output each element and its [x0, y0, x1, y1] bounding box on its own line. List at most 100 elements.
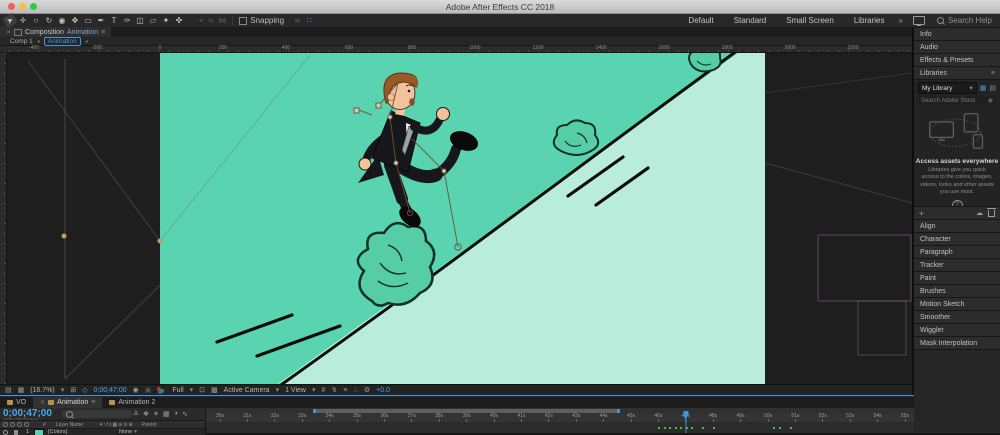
- keyframe-mark[interactable]: [773, 427, 775, 429]
- hand-tool[interactable]: ✛: [17, 15, 29, 26]
- trash-icon[interactable]: [988, 210, 995, 217]
- pen-tool[interactable]: ✒: [95, 15, 107, 26]
- panel-brushes-header[interactable]: Brushes: [914, 284, 1000, 297]
- panel-align-header[interactable]: Align: [914, 219, 1000, 232]
- timeline-time-area[interactable]: 30s31s32s33s34s35s36s37s38s39s40s41s42s4…: [206, 408, 1000, 433]
- camera-tool[interactable]: ◉: [56, 15, 68, 26]
- workspace-overflow-icon[interactable]: »: [899, 16, 903, 25]
- composition-viewer[interactable]: [0, 53, 912, 384]
- workspace-standard[interactable]: Standard: [734, 16, 766, 25]
- timeline-toggle-icon[interactable]: ∿: [182, 410, 188, 418]
- breadcrumb-current[interactable]: Animation: [44, 37, 81, 46]
- timeline-toggle-icon[interactable]: ▦: [163, 410, 170, 418]
- roto-brush-tool[interactable]: ✦: [160, 15, 172, 26]
- view-layout-caret-icon[interactable]: [312, 387, 316, 394]
- panel-smoother-header[interactable]: Smoother: [914, 310, 1000, 323]
- mask-visibility-icon[interactable]: [82, 387, 87, 394]
- timeline-toggle-icon[interactable]: ✶: [153, 410, 159, 418]
- panel-info-header[interactable]: Info: [914, 27, 1000, 40]
- timeline-tab-animation-2[interactable]: Animation 2: [102, 397, 162, 408]
- puppet-pin-tool[interactable]: ✜: [173, 15, 185, 26]
- region-of-interest-icon[interactable]: [199, 387, 205, 394]
- library-select[interactable]: My Library ▾: [918, 82, 977, 94]
- panel-motion-sketch-header[interactable]: Motion Sketch: [914, 297, 1000, 310]
- layer-label-chip[interactable]: [14, 430, 18, 435]
- selection-tool[interactable]: ➤: [2, 13, 18, 29]
- resolution-value[interactable]: Full: [172, 387, 183, 394]
- snapping-option-icons[interactable]: ≍ ∷: [294, 16, 312, 25]
- parent-value[interactable]: None: [119, 429, 132, 435]
- clone-stamp-tool[interactable]: ◫: [134, 15, 146, 26]
- timeline-toggle-icon[interactable]: ❖: [143, 410, 149, 418]
- cloud-sync-icon[interactable]: ☁: [976, 209, 983, 217]
- pan-behind-tool[interactable]: ✥: [69, 15, 81, 26]
- timeline-toggle-icon[interactable]: ≙: [133, 410, 139, 418]
- snapping-checkbox[interactable]: [239, 17, 247, 25]
- workspace-small-screen[interactable]: Small Screen: [786, 16, 834, 25]
- keyframe-area[interactable]: [206, 422, 1000, 433]
- vertical-ruler[interactable]: [0, 53, 7, 384]
- view-camera-value[interactable]: Active Camera: [224, 387, 270, 394]
- panel-tracker-header[interactable]: Tracker: [914, 258, 1000, 271]
- axis-mode-icons[interactable]: ⌖≍⋈: [199, 16, 226, 26]
- playhead[interactable]: [681, 408, 690, 433]
- rotation-tool[interactable]: ↻: [43, 15, 55, 26]
- composition-canvas[interactable]: [160, 53, 765, 384]
- panel-libraries-header[interactable]: Libraries ≡: [914, 66, 1000, 79]
- layer-name[interactable]: [Colors]: [48, 429, 67, 435]
- magnification-caret-icon[interactable]: [61, 387, 65, 394]
- panel-menu-icon[interactable]: ≡: [91, 399, 95, 406]
- add-library-item-button[interactable]: +: [919, 209, 924, 218]
- horizontal-ruler[interactable]: -400-20002004006008001000120014001600180…: [8, 46, 912, 53]
- workspace-libraries[interactable]: Libraries: [854, 16, 885, 25]
- workspace-default[interactable]: Default: [688, 16, 713, 25]
- snap-grid-icon[interactable]: ∷: [307, 16, 312, 25]
- comp-timecode[interactable]: 0;00;47;00: [94, 387, 127, 394]
- snapshot-icon[interactable]: [133, 387, 139, 394]
- snapping-toggle[interactable]: Snapping: [239, 16, 284, 25]
- exposure-reset-icon[interactable]: [364, 387, 370, 394]
- camera-caret-icon[interactable]: [276, 387, 280, 394]
- close-icon[interactable]: ✕: [40, 399, 45, 406]
- close-icon[interactable]: ✕: [6, 29, 11, 36]
- show-snapshot-icon[interactable]: [145, 387, 152, 394]
- brush-tool[interactable]: ✑: [121, 15, 133, 26]
- keyframe-mark[interactable]: [702, 427, 704, 429]
- keyframe-mark[interactable]: [664, 427, 666, 429]
- type-tool[interactable]: T: [108, 15, 120, 26]
- panel-mask-interpolation-header[interactable]: Mask Interpolation: [914, 336, 1000, 349]
- breadcrumb-root[interactable]: Comp 1: [10, 38, 33, 45]
- panel-menu-icon[interactable]: ≡: [101, 29, 105, 36]
- display-icon[interactable]: [913, 16, 925, 25]
- panel-effects-presets-header[interactable]: Effects & Presets: [914, 53, 1000, 66]
- magnification-value[interactable]: (16.7%): [30, 387, 55, 394]
- timeline-jump-icon[interactable]: [343, 387, 347, 394]
- timeline-search-input[interactable]: [62, 410, 132, 418]
- keyframe-mark[interactable]: [790, 427, 792, 429]
- channels-icon[interactable]: [157, 387, 166, 394]
- layer-visibility-icon[interactable]: [3, 430, 8, 435]
- keyframe-mark[interactable]: [713, 427, 715, 429]
- keyframe-mark[interactable]: [675, 427, 677, 429]
- layer-row[interactable]: 1 [Colors] None ▾: [0, 429, 205, 435]
- flowchart-icon[interactable]: [353, 387, 357, 394]
- eraser-tool[interactable]: ▱: [147, 15, 159, 26]
- keyframe-mark[interactable]: [691, 427, 693, 429]
- exposure-value[interactable]: +0.0: [376, 387, 390, 394]
- panel-wiggler-header[interactable]: Wiggler: [914, 323, 1000, 336]
- list-view-icon[interactable]: ▤: [989, 84, 996, 92]
- always-preview-icon[interactable]: [5, 387, 12, 394]
- panel-paragraph-header[interactable]: Paragraph: [914, 245, 1000, 258]
- view-layout-value[interactable]: 1 View: [285, 387, 306, 394]
- panel-paint-header[interactable]: Paint: [914, 271, 1000, 284]
- snap-angle-icon[interactable]: ≍: [294, 16, 301, 25]
- keyframe-mark[interactable]: [669, 427, 671, 429]
- main-window-icon[interactable]: [18, 387, 25, 394]
- timeline-toggle-icon[interactable]: ◑: [174, 410, 178, 418]
- help-search[interactable]: Search Help: [937, 16, 992, 25]
- panel-audio-header[interactable]: Audio: [914, 40, 1000, 53]
- resolution-caret-icon[interactable]: [190, 387, 194, 394]
- panel-character-header[interactable]: Character: [914, 232, 1000, 245]
- keyframe-mark[interactable]: [658, 427, 660, 429]
- timeline-tab-animation[interactable]: ✕Animation≡: [33, 397, 102, 408]
